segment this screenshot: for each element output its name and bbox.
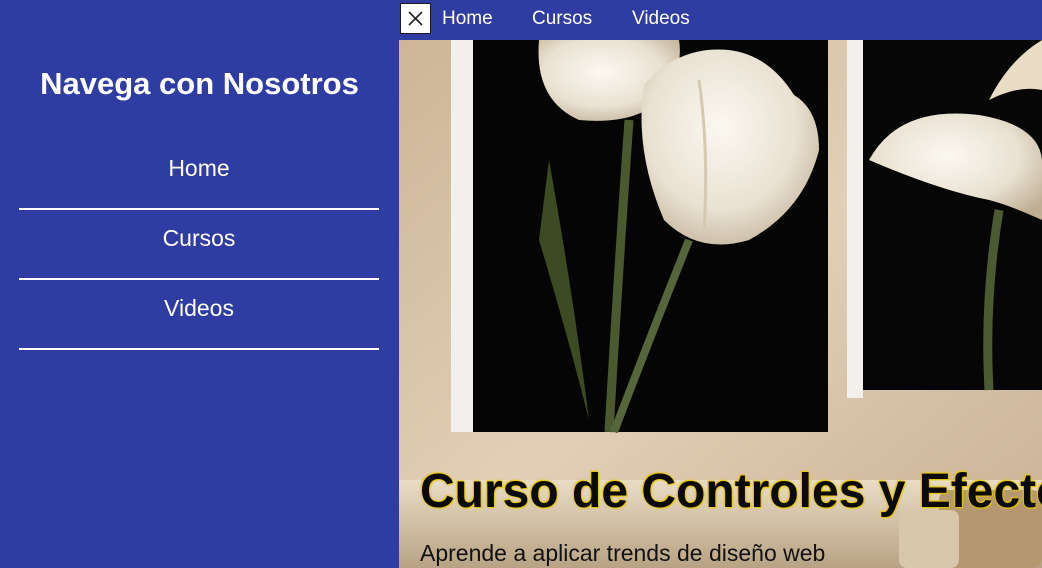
sidebar-nav: Home Cursos Videos — [19, 140, 379, 350]
close-icon — [408, 11, 423, 26]
hero-section: Curso de Controles y Efectos Aprende a a… — [399, 40, 1042, 568]
top-nav-cursos[interactable]: Cursos — [532, 0, 592, 38]
hero-title: Curso de Controles y Efectos — [420, 465, 1042, 518]
sidebar-item-videos[interactable]: Videos — [19, 280, 379, 350]
sidebar-item-home[interactable]: Home — [19, 140, 379, 210]
sidebar-item-cursos[interactable]: Cursos — [19, 210, 379, 280]
top-nav-videos[interactable]: Videos — [632, 0, 690, 38]
sidebar-title: Navega con Nosotros — [40, 66, 359, 101]
top-nav-bar: Home Cursos Videos — [399, 0, 1042, 40]
hero-subtitle: Aprende a aplicar trends de diseño web — [420, 540, 826, 566]
top-nav-home[interactable]: Home — [442, 0, 493, 38]
close-button[interactable] — [400, 3, 431, 34]
sidebar: Navega con Nosotros Home Cursos Videos — [0, 0, 399, 568]
